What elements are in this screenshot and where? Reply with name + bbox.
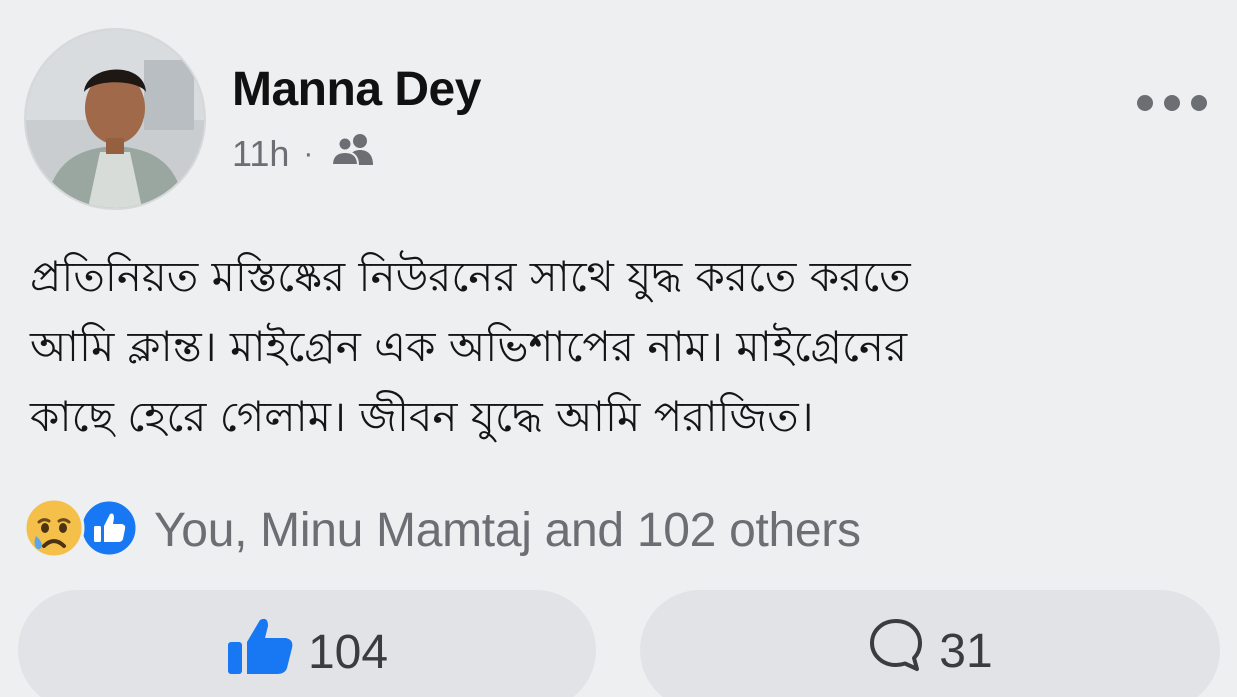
like-button[interactable]: 104 [18, 590, 596, 697]
reaction-icons [22, 496, 140, 565]
post-text: প্রতিনিয়ত মস্তিষ্কের নিউরনের সাথে যুদ্ধ… [30, 242, 1210, 452]
thumbs-up-icon [226, 616, 294, 688]
like-count: 104 [307, 625, 389, 679]
sad-reaction-icon [22, 496, 86, 565]
author-name[interactable]: Manna Dey [232, 62, 481, 117]
reactions-summary[interactable]: You, Minu Mamtaj and 102 others [22, 496, 861, 565]
comment-icon [867, 616, 925, 686]
more-dot [1164, 95, 1180, 111]
avatar-photo [26, 30, 204, 208]
reactions-summary-text[interactable]: You, Minu Mamtaj and 102 others [154, 503, 861, 558]
comment-button[interactable]: 31 [640, 590, 1220, 697]
comment-count: 31 [939, 624, 993, 678]
like-reaction-icon [78, 497, 140, 564]
meta-separator: · [303, 136, 314, 170]
more-options-icon[interactable] [1137, 88, 1207, 118]
friends-icon[interactable] [331, 132, 375, 175]
avatar[interactable] [26, 30, 204, 208]
post-meta: 11h · [232, 132, 375, 175]
facebook-post: Manna Dey 11h · প্রতিনিয়ত মস্তিষ্কের নি… [0, 0, 1237, 697]
more-dot [1191, 95, 1207, 111]
post-text-line: আমি ক্লান্ত। মাইগ্রেন এক অভিশাপের নাম। ম… [30, 322, 908, 371]
post-text-line: প্রতিনিয়ত মস্তিষ্কের নিউরনের সাথে যুদ্ধ… [30, 252, 911, 301]
post-time[interactable]: 11h [232, 133, 289, 175]
post-text-line: কাছে হেরে গেলাম। জীবন যুদ্ধে আমি পরাজিত। [30, 392, 814, 441]
more-dot [1137, 95, 1153, 111]
